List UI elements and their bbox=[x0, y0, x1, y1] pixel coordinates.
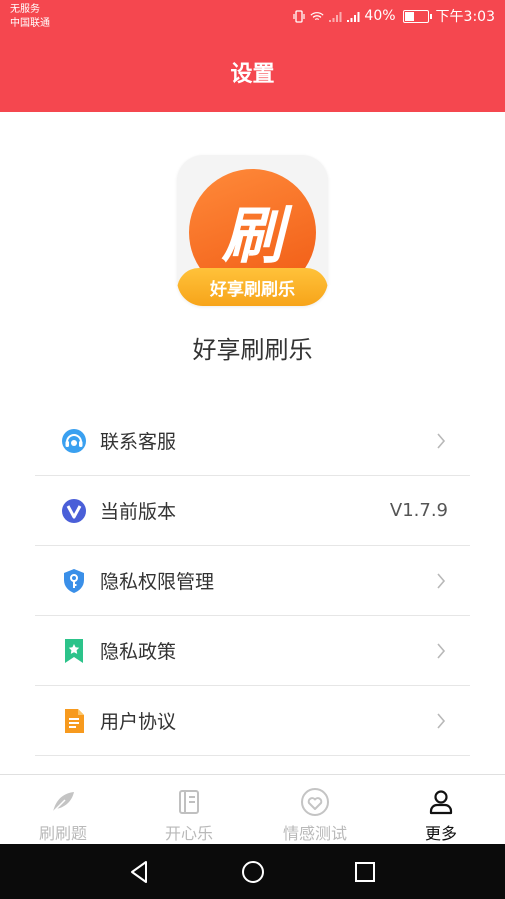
person-icon bbox=[429, 790, 453, 815]
chevron-right-icon bbox=[437, 573, 446, 589]
tab-label: 更多 bbox=[424, 824, 457, 843]
version-value: V1.7.9 bbox=[389, 500, 448, 521]
battery-icon bbox=[402, 9, 432, 23]
chevron-right-icon bbox=[437, 433, 446, 449]
menu-item-label: 隐私政策 bbox=[100, 641, 177, 663]
menu-item-label: 当前版本 bbox=[100, 501, 177, 523]
carrier-info: 无服务 中国联通 bbox=[10, 3, 50, 31]
settings-menu: 联系客服 当前版本 V1.7.9 隐私权限管理 隐私政策 用户协议 bbox=[35, 406, 470, 756]
recent-apps-icon[interactable] bbox=[352, 859, 378, 885]
app-name: 好享刷刷乐 bbox=[192, 336, 313, 364]
system-nav-bar bbox=[0, 844, 505, 899]
chevron-right-icon bbox=[437, 713, 446, 729]
tab-more[interactable]: 更多 bbox=[378, 775, 504, 845]
feather-icon bbox=[51, 792, 74, 814]
battery-fill bbox=[404, 11, 415, 21]
vibrate-icon bbox=[293, 9, 306, 23]
logo-band-text: 好享刷刷乐 bbox=[210, 280, 295, 300]
bookmark-star-icon bbox=[65, 639, 83, 663]
app-logo: 刷 好享刷刷乐 bbox=[177, 155, 328, 306]
wifi-icon bbox=[310, 11, 324, 20]
version-icon bbox=[62, 499, 86, 523]
menu-item-privacy-permissions[interactable]: 隐私权限管理 bbox=[35, 546, 470, 616]
status-icons: 40% 下午3:03 bbox=[292, 6, 495, 26]
signal-4g-icon bbox=[347, 11, 360, 22]
notebook-icon bbox=[179, 790, 199, 814]
tab-label: 情感测试 bbox=[282, 824, 347, 843]
headset-icon bbox=[62, 429, 86, 453]
tab-label: 刷刷题 bbox=[38, 824, 87, 843]
carrier-status: 无服务 bbox=[10, 4, 40, 15]
menu-item-label: 联系客服 bbox=[100, 431, 177, 453]
heart-icon bbox=[301, 788, 329, 816]
home-icon[interactable] bbox=[240, 859, 266, 885]
tab-kaixinle[interactable]: 开心乐 bbox=[126, 775, 252, 845]
menu-item-contact-support[interactable]: 联系客服 bbox=[35, 406, 470, 476]
menu-item-user-agreement[interactable]: 用户协议 bbox=[35, 686, 470, 756]
back-icon[interactable] bbox=[127, 859, 153, 885]
bottom-tab-bar: 刷刷题 开心乐 情感测试 更多 bbox=[0, 774, 505, 844]
tab-emotion-test[interactable]: 情感测试 bbox=[252, 775, 378, 845]
menu-item-label: 用户协议 bbox=[100, 711, 177, 733]
chevron-right-icon bbox=[437, 643, 446, 659]
shield-key-icon bbox=[64, 569, 84, 593]
logo-character: 刷 bbox=[221, 199, 284, 272]
tab-label: 开心乐 bbox=[164, 824, 213, 843]
signal-empty-icon bbox=[329, 11, 342, 22]
menu-item-current-version[interactable]: 当前版本 V1.7.9 bbox=[35, 476, 470, 546]
clock: 下午3:03 bbox=[435, 9, 495, 25]
tab-shuashuati[interactable]: 刷刷题 bbox=[0, 775, 126, 845]
carrier-name: 中国联通 bbox=[10, 18, 50, 29]
menu-item-privacy-policy[interactable]: 隐私政策 bbox=[35, 616, 470, 686]
app-header: 无服务 中国联通 40% 下午3:03 设置 bbox=[0, 0, 505, 112]
page-title: 设置 bbox=[230, 62, 275, 87]
battery-percent: 40% bbox=[364, 8, 396, 24]
document-icon bbox=[65, 709, 84, 733]
menu-item-label: 隐私权限管理 bbox=[100, 571, 215, 593]
